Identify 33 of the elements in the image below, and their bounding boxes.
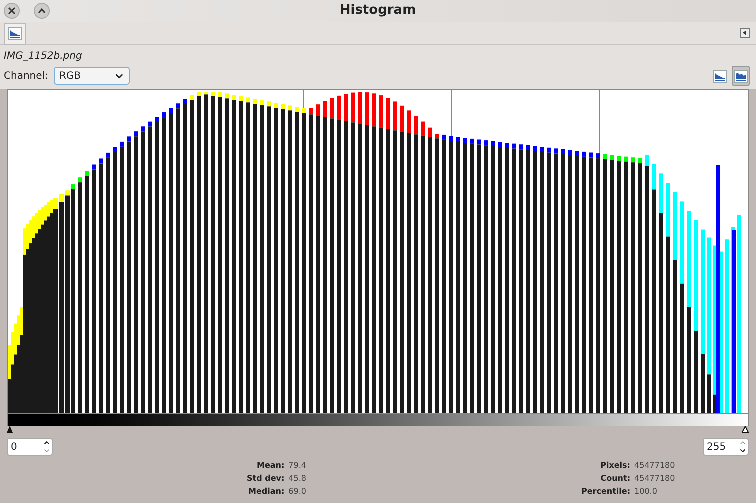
stat-value: 45477180 — [634, 460, 676, 472]
decrement-icon — [739, 447, 747, 455]
stat-label: Pixels: — [600, 460, 631, 472]
stat-value: 79.4 — [288, 460, 306, 472]
histogram-icon — [8, 27, 22, 40]
shade-button[interactable] — [34, 3, 50, 19]
channel-label: Channel: — [4, 70, 48, 84]
high-spin-field[interactable]: 255 — [703, 438, 749, 456]
stat-label: Count: — [600, 473, 631, 485]
stat-label: Percentile: — [581, 486, 631, 498]
window-title: Histogram — [338, 2, 418, 20]
histogram-icon — [713, 70, 727, 82]
stat-label: Median: — [248, 486, 285, 498]
channel-dropdown[interactable]: RGB — [54, 67, 130, 85]
image-name: IMG_1152b.png — [4, 50, 84, 64]
stat-value: 45.8 — [288, 473, 306, 485]
panel-menu-icon[interactable] — [740, 28, 750, 38]
stat-label: Mean: — [256, 460, 285, 472]
stat-value: 45477180 — [634, 473, 676, 485]
low-handle-icon[interactable] — [7, 426, 13, 433]
chevron-up-icon — [38, 8, 46, 14]
log-scale-button[interactable] — [732, 66, 750, 86]
stat-value: 100.0 — [634, 486, 658, 498]
close-icon — [8, 7, 16, 15]
stat-label: Std dev: — [247, 473, 285, 485]
histogram-icon — [734, 70, 748, 82]
increment-icon — [43, 439, 51, 447]
increment-icon — [739, 439, 747, 447]
dock-tab[interactable] — [4, 22, 26, 44]
decrement-icon — [43, 447, 51, 455]
stat-value: 69.0 — [288, 486, 306, 498]
close-button[interactable] — [4, 3, 20, 19]
low-spin-field[interactable]: 0 — [7, 438, 53, 456]
